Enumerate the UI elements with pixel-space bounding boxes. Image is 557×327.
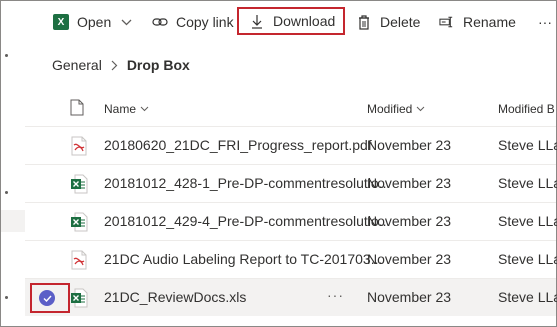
rail-selected-strip [1,210,25,232]
file-name[interactable]: 21DC_ReviewDocs.xls [104,289,246,305]
modified-date: November 23 [367,251,452,267]
breadcrumb-item-general[interactable]: General [52,57,102,73]
file-list: Name Modified Modified B 20180620_21DC_F… [25,92,557,316]
sort-chevron-icon [416,106,425,112]
table-row-selected[interactable]: 21DC_ReviewDocs.xls ··· November 23 Stev… [25,278,557,316]
command-bar: X Open Copy link Download Delete Rename … [25,1,556,41]
checkmark-icon [39,290,55,306]
file-name[interactable]: 20181012_428-1_Pre-DP-commentresolutio..… [104,175,390,191]
download-button[interactable]: Download [237,7,346,35]
file-name[interactable]: 20180620_21DC_FRI_Progress_report.pdf [104,137,372,153]
more-actions-button[interactable]: ··· [538,9,552,35]
rename-button[interactable]: Rename [439,9,516,35]
chevron-down-icon[interactable] [121,19,132,26]
link-icon [152,14,168,30]
table-row[interactable]: 21DC Audio Labeling Report to TC-201703.… [25,240,557,278]
more-label: ··· [538,14,552,30]
left-rail [1,1,25,326]
open-button[interactable]: X Open [53,9,132,35]
table-row[interactable]: 20181012_428-1_Pre-DP-commentresolutio..… [25,164,557,202]
download-icon [249,13,265,29]
file-name[interactable]: 21DC Audio Labeling Report to TC-201703.… [104,251,382,267]
modified-by: Steve LLa [498,289,557,305]
file-type-header-icon[interactable] [70,99,84,116]
file-name[interactable]: 20181012_429-4_Pre-DP-commentresolutio..… [104,213,390,229]
pdf-file-icon [70,136,88,156]
delete-button[interactable]: Delete [356,9,420,35]
excel-file-icon [70,288,88,308]
name-header-label: Name [104,102,137,116]
rename-icon [439,14,455,30]
column-header-modified[interactable]: Modified [367,102,425,116]
breadcrumb: General Drop Box [52,57,190,73]
trash-icon [356,14,372,30]
delete-label: Delete [380,14,421,30]
copy-link-label: Copy link [176,14,234,30]
rename-label: Rename [463,14,516,30]
row-checkbox[interactable] [39,290,55,306]
breadcrumb-item-current: Drop Box [126,57,190,73]
column-header-modified-by[interactable]: Modified B [498,102,555,116]
excel-file-icon [70,212,88,232]
modified-by: Steve LLa [498,137,557,153]
excel-file-icon [70,174,88,194]
copy-link-button[interactable]: Copy link [152,9,234,35]
download-label: Download [273,13,336,29]
pdf-file-icon [70,250,88,270]
open-label: Open [77,14,112,30]
table-row[interactable]: 20180620_21DC_FRI_Progress_report.pdf No… [25,126,557,164]
modified-date: November 23 [367,213,452,229]
modified-by-header-label: Modified B [498,102,555,116]
modified-date: November 23 [367,175,452,191]
modified-header-label: Modified [367,102,413,116]
modified-by: Steve LLa [498,175,557,191]
rail-marker [5,191,8,194]
column-header-name[interactable]: Name [104,102,149,116]
row-more-actions-button[interactable]: ··· [327,287,344,303]
excel-app-icon: X [53,14,69,30]
modified-date: November 23 [367,137,452,153]
modified-by: Steve LLa [498,251,557,267]
table-row[interactable]: 20181012_429-4_Pre-DP-commentresolutio..… [25,202,557,240]
sort-chevron-icon [140,106,149,112]
modified-date: November 23 [367,289,452,305]
rail-marker [5,54,8,57]
table-header: Name Modified Modified B [25,92,556,126]
rail-marker [5,296,8,299]
modified-by: Steve LLa [498,213,557,229]
chevron-right-icon [111,60,118,71]
